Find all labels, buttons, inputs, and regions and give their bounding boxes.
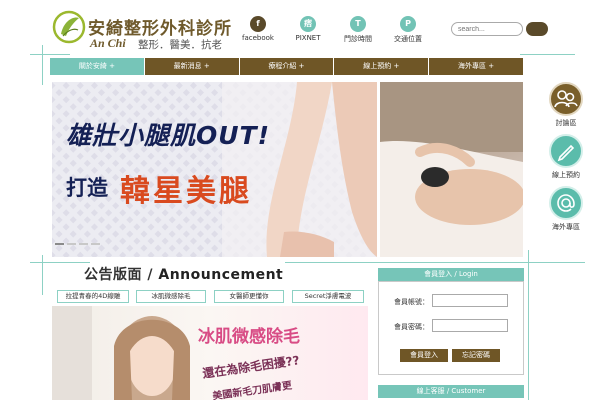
discussion-button[interactable]: [549, 82, 583, 116]
decor-line-top-right: [520, 54, 575, 55]
facebook-icon: f: [250, 16, 266, 32]
online-booking-button[interactable]: [549, 134, 583, 168]
announcement-title-en: Announcement: [158, 267, 284, 283]
nav-item-about[interactable]: 關於安綺 +: [50, 58, 145, 75]
pen-icon: [557, 144, 575, 162]
discussion-label: 討論區: [555, 119, 577, 127]
nav-item-overseas[interactable]: 海外專區 +: [429, 58, 523, 75]
pager-dot[interactable]: [91, 243, 100, 245]
login-button[interactable]: 會員登入: [400, 349, 448, 362]
decor-line-top: [30, 54, 70, 55]
pixnet-icon: 痞: [300, 16, 316, 32]
announcement-tag[interactable]: 冰肌微感除毛: [136, 290, 206, 303]
banner-line2-highlight: 韓星美腿: [120, 174, 252, 209]
nav-item-booking[interactable]: 線上預約 +: [334, 58, 430, 75]
announcement-image[interactable]: 冰肌微感除毛 還在為除毛困擾?? 美國新毛刀肌膚更: [52, 306, 368, 400]
model-photo-illustration: [52, 306, 190, 400]
account-field[interactable]: [432, 294, 508, 307]
overseas-button[interactable]: [549, 186, 583, 220]
decor-line-left: [42, 45, 43, 85]
logo-subtitle: 整形．醫美．抗老: [138, 39, 222, 51]
login-header: 會員登入 / Login: [378, 268, 524, 281]
main-nav: 關於安綺 + 最新消息 + 療程介紹 + 線上預約 + 海外專區 +: [50, 58, 523, 75]
at-icon: [557, 194, 575, 212]
announcement-tag[interactable]: 女醫師更懂你: [214, 290, 284, 303]
pager-dot[interactable]: [55, 243, 64, 245]
decor-line-mid: [30, 262, 90, 263]
account-label: 會員帳號：: [394, 298, 429, 306]
customer-service-header: 線上客服 / Customer: [378, 385, 524, 398]
banner-headline: 雄壯小腿肌OUT!: [66, 121, 271, 150]
announcement-title-zh: 公告版面: [84, 267, 142, 283]
hero-banner[interactable]: 雄壯小腿肌OUT! 打造 韓星美腿: [52, 82, 523, 257]
location-link-label: 交通位置: [394, 35, 422, 43]
location-link[interactable]: P 交通位置: [378, 16, 438, 44]
pager-dot[interactable]: [67, 243, 76, 245]
announcement-title: 公告版面 / Announcement: [84, 264, 283, 284]
announcement-tag[interactable]: Secret淨膚電波: [292, 290, 364, 303]
decor-line-right: [528, 250, 529, 400]
password-field[interactable]: [432, 319, 508, 332]
announcement-title-separator: /: [142, 267, 159, 283]
password-label: 會員密碼：: [394, 323, 429, 331]
discussion-icon: [554, 90, 578, 108]
pager-dot[interactable]: [79, 243, 88, 245]
decor-line-mid-right: [285, 262, 585, 263]
nav-item-news[interactable]: 最新消息 +: [144, 58, 240, 75]
treatment-photo-illustration: [380, 82, 523, 257]
clinic-logo[interactable]: 安綺整形外科診所 An Chi 整形．醫美．抗老: [52, 8, 231, 54]
online-booking-label: 線上預約: [552, 171, 580, 179]
banner-line2-prefix: 打造: [66, 176, 108, 200]
location-icon: P: [400, 16, 416, 32]
banner-treatment-photo: [380, 82, 523, 257]
logo-leaf-icon: [52, 10, 86, 44]
promo-headline: 冰肌微感除毛: [198, 327, 300, 347]
banner-pager: [55, 243, 100, 245]
decor-line-left-low: [42, 255, 43, 295]
banner-slide: 雄壯小腿肌OUT! 打造 韓星美腿: [52, 82, 377, 257]
clinic-hours-icon: T: [350, 16, 366, 32]
search-button[interactable]: [526, 22, 548, 36]
search-input[interactable]: [451, 22, 523, 36]
logo-english-name: An Chi: [90, 36, 126, 50]
nav-item-treatments[interactable]: 療程介紹 +: [239, 58, 335, 75]
overseas-label: 海外專區: [552, 223, 580, 231]
forgot-password-button[interactable]: 忘記密碼: [452, 349, 500, 362]
announcement-tag[interactable]: 拉提青春的4D線雕: [57, 290, 129, 303]
